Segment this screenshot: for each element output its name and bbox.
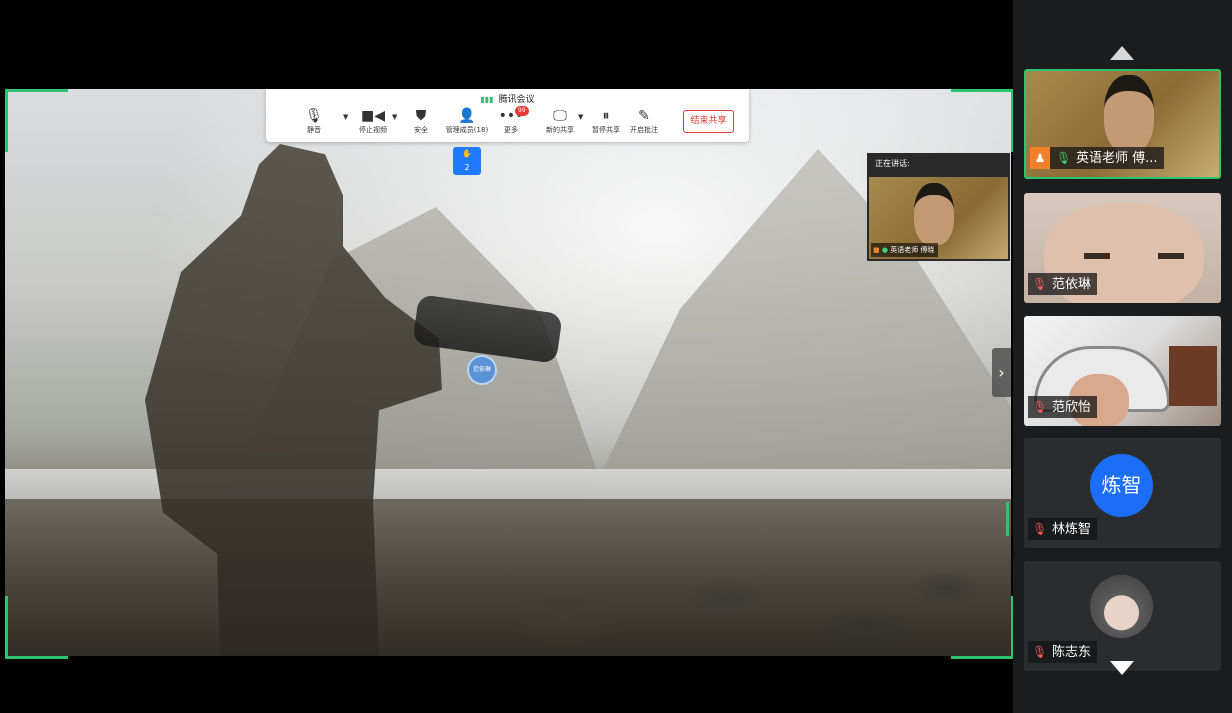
share-border-corner [951, 596, 1014, 659]
participant-video [1104, 75, 1154, 153]
active-speaker-window[interactable]: 正在讲话: ■ ● 英语老师 傅晓 [867, 153, 1010, 261]
screen-share-icon: 🖵 [553, 108, 567, 124]
meeting-toolbar: ▮▮▮ 腾讯会议 🎙 静音 ▼ ■◀ 停止视频 ▼ ⛊ 安全 👤 管理成员(18)… [266, 89, 749, 142]
stop-video-button[interactable]: ■◀ 停止视频 [349, 107, 397, 139]
participant-tile[interactable]: 🎙 陈志东 [1024, 561, 1221, 671]
microphone-muted-icon: 🎙 [1032, 645, 1048, 659]
microphone-muted-icon: 🎙 [1032, 522, 1048, 536]
speaker-face [914, 183, 954, 245]
rocky-shore [5, 499, 1011, 656]
microphone-on-icon: ● [881, 246, 888, 254]
manage-members-button[interactable]: 👤 管理成员(18) [443, 107, 491, 139]
speaker-name-tag: ■ ● 英语老师 傅晓 [871, 243, 939, 257]
scroll-indicator[interactable] [1006, 502, 1009, 536]
shared-screen [5, 89, 1011, 656]
microphone-icon: 🎙 [305, 108, 323, 124]
toolbar-title: ▮▮▮ 腾讯会议 [480, 95, 535, 105]
mute-options-caret[interactable]: ▼ [343, 113, 348, 121]
share-border-corner [5, 596, 68, 659]
more-button[interactable]: ••• 99 更多 [487, 106, 535, 139]
participant-tile[interactable]: 炼智 🎙 林炼智 [1024, 438, 1221, 548]
participant-name-tag: 🎙 范依琳 [1028, 273, 1098, 295]
hand-icon: ✋ [462, 149, 472, 158]
microphone-on-icon: 🎙 [1056, 151, 1072, 165]
mute-button[interactable]: 🎙 静音 [290, 107, 338, 139]
scroll-up-icon[interactable] [1110, 46, 1134, 60]
share-border-corner [5, 89, 68, 152]
participant-tile[interactable]: 🎙 范依琳 [1024, 193, 1221, 303]
raised-hand-indicator[interactable]: ✋ 2 [453, 147, 481, 175]
share-border-corner [951, 89, 1014, 152]
video-camera-icon: ■◀ [361, 108, 385, 124]
participant-name-tag: 🎙 陈志东 [1028, 641, 1098, 663]
signal-icon: ▮▮▮ [480, 95, 494, 104]
microphone-muted-icon: 🎙 [1032, 400, 1048, 414]
avatar [1090, 575, 1153, 638]
shield-icon: ⛊ [415, 108, 427, 124]
remote-cursor: 范依琳 [467, 355, 497, 385]
speaker-video: ■ ● 英语老师 傅晓 [869, 177, 1008, 259]
chevron-right-icon[interactable]: › [992, 348, 1011, 397]
notification-badge: 99 [515, 106, 529, 116]
participant-eyes [1084, 253, 1184, 259]
avatar: 炼智 [1090, 454, 1153, 517]
annotate-button[interactable]: ✎ 开启批注 [620, 107, 668, 139]
end-share-button[interactable]: 结束共享 [683, 110, 734, 133]
annotate-pen-icon: ✎ [638, 108, 650, 124]
host-icon: ■ [873, 246, 880, 254]
new-share-button[interactable]: 🖵 新的共享 [536, 107, 584, 139]
participant-tile[interactable]: ♟ 🎙 英语老师 傅... [1024, 69, 1221, 179]
participant-name-tag: ♟ 🎙 英语老师 傅... [1030, 147, 1164, 169]
participant-name-tag: 🎙 林炼智 [1028, 518, 1098, 540]
background-shelf [1169, 346, 1217, 406]
security-button[interactable]: ⛊ 安全 [397, 107, 445, 139]
people-icon: 👤 [458, 108, 476, 124]
microphone-muted-icon: 🎙 [1032, 277, 1048, 291]
scroll-down-icon[interactable] [1110, 661, 1134, 675]
participant-name-tag: 🎙 范欣怡 [1028, 396, 1098, 418]
speaker-header: 正在讲话: [875, 159, 910, 168]
host-icon: ♟ [1030, 147, 1050, 169]
participant-tile[interactable]: 🎙 范欣怡 [1024, 316, 1221, 426]
